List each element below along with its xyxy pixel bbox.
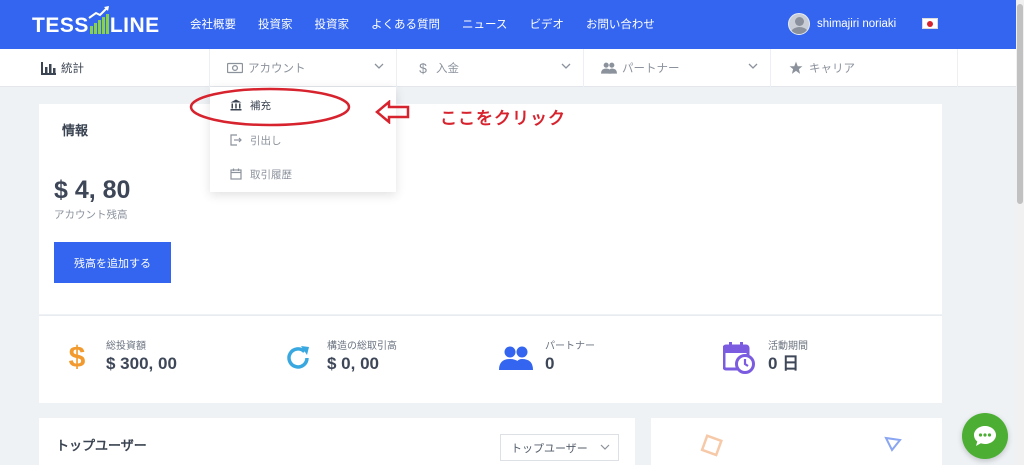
stats-card: $ 総投資額 $ 300, 00 構造の総取引高 $ 0, 00 パートナー 0…	[39, 315, 942, 403]
nav-faq[interactable]: よくある質問	[371, 16, 440, 32]
top-navbar: TESS LINE 会社概要 投資家 投資家 よくある質問 ニュース ビデオ お…	[0, 0, 1016, 49]
stat-label: パートナー	[545, 341, 595, 352]
dropdown-item-withdraw[interactable]: 引出し	[230, 130, 282, 150]
stat-structure-volume: 構造の総取引高 $ 0, 00	[281, 340, 397, 375]
calendar-clock-icon	[722, 341, 756, 375]
chevron-down-icon	[600, 444, 610, 450]
stat-activity-period: 活動期間 0 日	[722, 340, 808, 375]
bar-chart-icon	[40, 60, 56, 76]
subnav-career-label: キャリア	[809, 61, 855, 75]
chevron-down-icon	[748, 63, 758, 69]
logo-text-left: TESS	[32, 14, 89, 37]
stat-label: 総投資額	[106, 341, 146, 352]
stat-value: $ 0, 00	[327, 354, 379, 373]
user-menu[interactable]: shimajiri noriaki	[788, 13, 896, 35]
subnav-account[interactable]: アカウント	[210, 49, 397, 87]
subnav-stats[interactable]: 統計	[0, 49, 210, 87]
top-users-card: トップユーザー トップユーザー	[39, 418, 635, 465]
main-nav: 会社概要 投資家 投資家 よくある質問 ニュース ビデオ お問い合わせ	[190, 16, 677, 32]
stat-label: 活動期間	[768, 341, 808, 352]
stat-total-investment: $ 総投資額 $ 300, 00	[60, 340, 177, 375]
scrollbar[interactable]	[1016, 0, 1024, 465]
info-card: 情報 $ 4, 80 アカウント残高 残高を追加する	[39, 104, 942, 314]
stat-label: 構造の総取引高	[327, 341, 397, 352]
logo[interactable]: TESS LINE	[32, 6, 160, 38]
star-icon	[788, 60, 804, 76]
calendar-icon	[230, 168, 242, 180]
subnav-stats-label: 統計	[61, 61, 84, 75]
money-icon	[227, 60, 243, 76]
subnav-deposit-label: 入金	[436, 61, 459, 75]
chat-bubble-icon	[974, 426, 996, 446]
users-icon	[601, 60, 617, 76]
chevron-down-icon	[561, 63, 571, 69]
nav-news[interactable]: ニュース	[462, 16, 507, 32]
side-card	[651, 418, 942, 465]
stat-value: 0 日	[768, 354, 800, 373]
dollar-sign-icon: $	[419, 60, 427, 76]
subnav-partner-label: パートナー	[622, 61, 680, 75]
dropdown-item-label: 取引履歴	[250, 168, 292, 181]
avatar	[788, 13, 810, 35]
diamond-decoration-icon	[700, 434, 723, 457]
subnav-partner[interactable]: パートナー	[584, 49, 771, 87]
top-users-title: トップユーザー	[56, 439, 147, 454]
sign-out-icon	[230, 134, 242, 146]
annotation-arrow-left-icon	[375, 100, 410, 124]
logo-text-right: LINE	[109, 14, 160, 37]
sub-navbar: 統計 アカウント $ 入金 パートナー キャリア	[0, 49, 1016, 87]
top-users-select-value: トップユーザー	[511, 441, 588, 455]
chat-button[interactable]	[962, 413, 1008, 459]
dropdown-item-label: 引出し	[250, 134, 282, 147]
subnav-career[interactable]: キャリア	[771, 49, 958, 87]
nav-video[interactable]: ビデオ	[529, 16, 564, 32]
dollar-icon: $	[68, 340, 86, 374]
logo-bars-icon	[88, 6, 109, 34]
username: shimajiri noriaki	[817, 18, 897, 30]
scrollbar-thumb[interactable]	[1017, 4, 1023, 204]
users-icon	[499, 341, 533, 375]
account-balance-label: アカウント残高	[54, 209, 128, 221]
nav-investors-2[interactable]: 投資家	[315, 16, 350, 32]
annotation-text: ここをクリック	[440, 109, 566, 129]
nav-company[interactable]: 会社概要	[190, 16, 236, 32]
subnav-account-label: アカウント	[248, 61, 306, 75]
refresh-icon	[281, 341, 315, 375]
annotation-ellipse	[189, 87, 351, 127]
top-users-select[interactable]: トップユーザー	[500, 434, 619, 461]
stat-partners: パートナー 0	[499, 340, 595, 375]
dropdown-item-history[interactable]: 取引履歴	[230, 164, 292, 184]
chevron-down-icon	[374, 63, 384, 69]
stat-value: $ 300, 00	[106, 354, 177, 373]
nav-contact[interactable]: お問い合わせ	[586, 16, 655, 32]
subnav-deposit[interactable]: $ 入金	[397, 49, 584, 87]
info-title: 情報	[62, 124, 89, 139]
triangle-decoration-icon	[884, 436, 902, 452]
stat-value: 0	[545, 354, 555, 373]
nav-investors[interactable]: 投資家	[258, 16, 293, 32]
account-balance: $ 4, 80	[54, 176, 131, 204]
add-balance-button[interactable]: 残高を追加する	[54, 242, 171, 283]
japan-flag-icon[interactable]	[922, 18, 938, 29]
